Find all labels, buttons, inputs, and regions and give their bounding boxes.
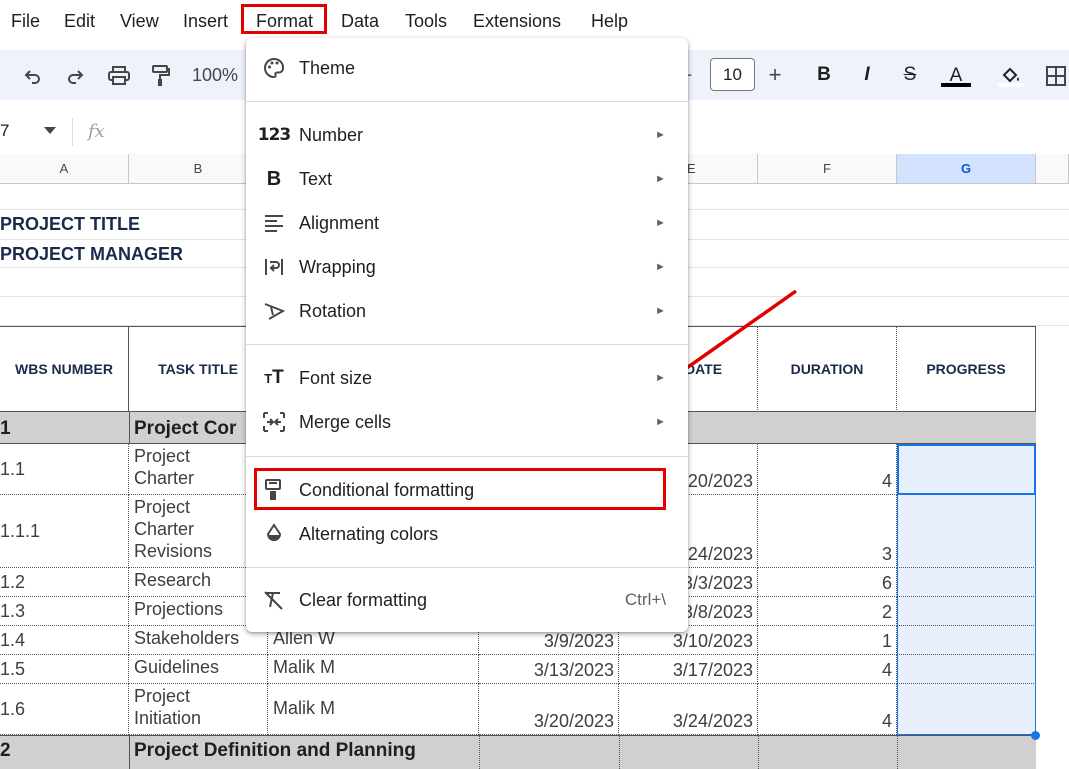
menu-label: Alternating colors — [299, 524, 439, 544]
menu-label: Number — [299, 125, 364, 145]
palette-icon — [262, 56, 286, 80]
menu-item-alignment[interactable]: Alignment ► — [246, 201, 688, 245]
submenu-arrow-icon: ► — [655, 305, 666, 317]
conditional-formatting-highlight-box — [254, 468, 666, 510]
submenu-arrow-icon: ► — [655, 372, 666, 384]
menu-label: Theme — [299, 58, 356, 78]
submenu-arrow-icon: ► — [655, 416, 666, 428]
menu-label: Alignment — [299, 213, 380, 233]
text-rotation-icon — [262, 299, 286, 323]
wrap-text-icon — [262, 255, 286, 279]
menu-item-font-size[interactable]: TT Font size ► — [246, 356, 688, 400]
menu-divider — [246, 456, 688, 457]
font-size-icon: TT — [264, 367, 284, 388]
submenu-arrow-icon: ► — [655, 173, 666, 185]
clear-format-icon — [262, 588, 286, 612]
bold-b-icon: B — [266, 167, 282, 190]
menu-label: Font size — [299, 368, 373, 388]
menu-item-text[interactable]: B Text ► — [246, 157, 688, 201]
menu-label: Text — [299, 169, 333, 189]
align-left-icon — [262, 211, 286, 235]
menu-item-clear-formatting[interactable]: Clear formatting Ctrl+\ — [246, 578, 688, 622]
menu-item-rotation[interactable]: Rotation ► — [246, 289, 688, 333]
submenu-arrow-icon: ► — [655, 217, 666, 229]
shortcut-label: Ctrl+\ — [624, 590, 666, 609]
menu-item-merge-cells[interactable]: Merge cells ► — [246, 400, 688, 444]
menu-item-alternating-colors[interactable]: Alternating colors — [246, 512, 688, 556]
menu-item-wrapping[interactable]: Wrapping ► — [246, 245, 688, 289]
menu-divider — [246, 101, 688, 102]
menu-item-number[interactable]: 123 Number ► — [246, 113, 688, 157]
menu-label: Rotation — [299, 301, 367, 321]
menu-label: Wrapping — [299, 257, 376, 277]
color-drop-icon — [262, 522, 286, 546]
menu-divider — [246, 567, 688, 568]
menu-label: Clear formatting — [299, 590, 428, 610]
number-format-icon: 123 — [257, 125, 292, 145]
submenu-arrow-icon: ► — [655, 129, 666, 141]
merge-cells-icon — [262, 410, 286, 434]
submenu-arrow-icon: ► — [655, 261, 666, 273]
menu-label: Merge cells — [299, 412, 392, 432]
menu-divider — [246, 344, 688, 345]
menu-item-theme[interactable]: Theme — [246, 46, 688, 90]
format-menu: Theme 123 Number ► B Text ► Alignment ► … — [246, 38, 688, 632]
